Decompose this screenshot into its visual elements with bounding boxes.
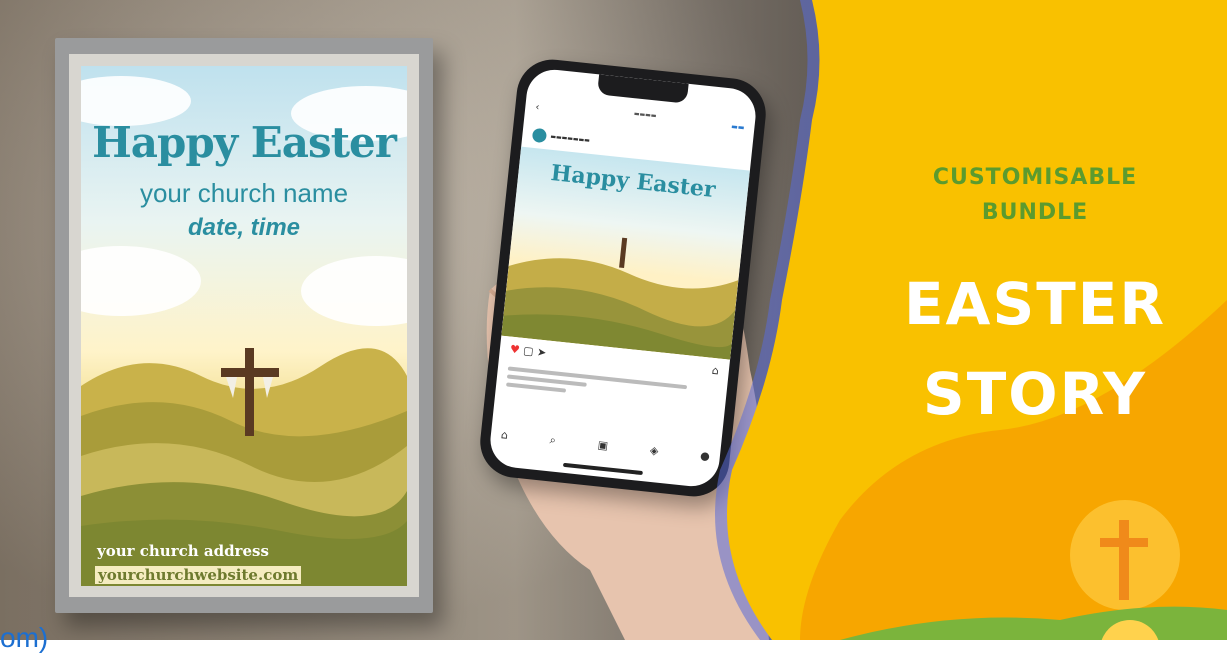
glowing-cross-icon: [1070, 500, 1180, 610]
banner-title-line1: EASTER: [903, 270, 1167, 338]
photo-scene: Happy Easter your church name date, time…: [0, 0, 1227, 640]
banner-subtitle-line2: BUNDLE: [981, 200, 1089, 225]
truncated-link-text[interactable]: om): [0, 618, 48, 657]
banner-subtitle-line1: CUSTOMISABLE: [932, 165, 1138, 190]
banner-title-line2: STORY: [922, 360, 1148, 428]
